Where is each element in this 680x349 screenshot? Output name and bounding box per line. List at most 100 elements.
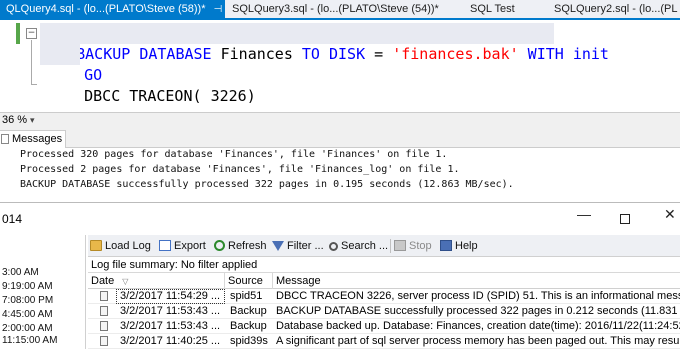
cell-date: 3/2/2017 11:54:29 ... (116, 289, 225, 304)
zoom-bar: 36 % ▾ (0, 112, 680, 128)
cell-source: spid39s (230, 335, 268, 347)
tree-item[interactable]: 7:08:00 PM (2, 295, 53, 306)
export-button[interactable]: Export (159, 238, 206, 254)
filter-icon (272, 241, 284, 251)
sort-icon: ▽ (122, 277, 129, 286)
keyword: BACKUP DATABASE (76, 45, 212, 63)
tab-label: SQLQuery3.sql - (lo...(PLATO\Steve (54))… (232, 3, 439, 15)
collapse-toggle-icon[interactable]: − (26, 28, 37, 39)
document-tab-strip: QLQuery4.sql - (lo...(PLATO\Steve (58))*… (0, 0, 680, 20)
log-source-tree[interactable]: 3:00 AM 9:19:00 AM 7:08:00 PM 4:45:00 AM… (0, 235, 86, 349)
messages-icon (1, 134, 9, 145)
log-entry-icon (100, 319, 114, 334)
column-header-source[interactable]: Source (225, 273, 273, 289)
refresh-button[interactable]: Refresh (214, 238, 267, 254)
fold-guide (31, 40, 32, 84)
tab-label: QLQuery4.sql - (lo...(PLATO\Steve (58))* (6, 3, 206, 15)
cell-source: Backup (230, 305, 267, 317)
folder-icon (90, 240, 102, 251)
load-log-button[interactable]: Load Log (90, 238, 151, 254)
refresh-label: Refresh (228, 240, 267, 252)
tree-item[interactable]: 2:00:00 AM (2, 323, 53, 334)
pin-icon[interactable]: ⊣ (214, 1, 223, 18)
filter-button[interactable]: Filter ... (272, 238, 324, 254)
cell-message: Database backed up. Database: Finances, … (276, 320, 680, 332)
query-editor[interactable]: − BACKUP DATABASE Finances TO DISK = 'fi… (0, 20, 680, 112)
column-header-date[interactable]: Date ▽ (88, 273, 225, 289)
tree-item[interactable]: 3:00 AM (2, 267, 39, 278)
stop-icon (394, 240, 406, 251)
table-row[interactable]: 3/2/2017 11:53:43 ... Backup Database ba… (88, 319, 680, 334)
tab-sqlquery3[interactable]: SQLQuery3.sql - (lo...(PLATO\Steve (54))… (226, 0, 439, 18)
search-label: Search ... (341, 240, 389, 252)
close-button[interactable]: ✕ (664, 206, 676, 223)
export-icon (159, 240, 171, 251)
load-log-label: Load Log (105, 240, 151, 252)
tab-messages[interactable]: Messages (0, 130, 66, 148)
code-line-1: BACKUP DATABASE Finances TO DISK = 'fina… (40, 23, 609, 63)
message-line: BACKUP DATABASE successfully processed 3… (20, 179, 514, 190)
log-entry-icon (100, 289, 114, 304)
header-label: Date (91, 275, 115, 287)
log-entry-icon (100, 334, 114, 349)
tab-label: SQLQuery2.sql - (lo...(PL (554, 3, 678, 15)
stop-button[interactable]: Stop (394, 238, 432, 254)
cell-message: A significant part of sql server process… (276, 335, 680, 347)
paren: ) (246, 87, 256, 105)
help-label: Help (455, 240, 478, 252)
cell-message: BACKUP DATABASE successfully processed 3… (276, 305, 680, 317)
cell-date: 3/2/2017 11:40:25 ... (120, 335, 221, 347)
cell-source: Backup (230, 320, 267, 332)
identifier: Finances (211, 45, 302, 63)
function-call: DBCC TRACEON( (84, 87, 211, 105)
log-entry-icon (100, 304, 114, 319)
zoom-level[interactable]: 36 % (2, 113, 27, 128)
messages-pane: Processed 320 pages for database 'Financ… (0, 148, 680, 202)
tree-item[interactable]: 9:19:00 AM (2, 281, 53, 292)
keyword: TO DISK (301, 45, 366, 63)
tree-item[interactable]: 11:15:00 AM (2, 335, 57, 346)
log-grid-header: Date ▽ Source Message (88, 273, 680, 289)
results-tab-strip: Messages (0, 128, 680, 148)
operator: = (365, 45, 393, 63)
tab-sqlquery4[interactable]: QLQuery4.sql - (lo...(PLATO\Steve (58))*… (0, 0, 239, 18)
tab-label: Messages (12, 133, 63, 145)
cell-source: spid51 (230, 290, 263, 302)
message-line: Processed 320 pages for database 'Financ… (20, 149, 448, 160)
log-file-viewer-window: 014 — ✕ 3:00 AM 9:19:00 AM 7:08:00 PM 4:… (0, 202, 680, 349)
change-marker (16, 23, 20, 44)
code-line-2: GO (40, 44, 102, 84)
keyword: WITH init (518, 45, 609, 63)
table-row[interactable]: 3/2/2017 11:40:25 ... spid39s A signific… (88, 334, 680, 349)
cell-message: DBCC TRACEON 3226, server process ID (SP… (276, 290, 680, 302)
chevron-down-icon[interactable]: ▾ (30, 113, 35, 128)
help-icon (440, 240, 452, 251)
message-line: Processed 2 pages for database 'Finances… (20, 164, 460, 175)
toolbar-separator (390, 239, 391, 253)
code-line-3: DBCC TRACEON( 3226) (48, 65, 256, 105)
minimize-button[interactable]: — (577, 206, 591, 222)
number-literal: 3226 (210, 87, 247, 105)
filter-label: Filter ... (287, 240, 324, 252)
help-button[interactable]: Help (440, 238, 478, 254)
table-row[interactable]: 3/2/2017 11:54:29 ... spid51 DBCC TRACEO… (88, 289, 680, 304)
table-row[interactable]: 3/2/2017 11:53:43 ... Backup BACKUP DATA… (88, 304, 680, 319)
cell-date: 3/2/2017 11:53:43 ... (120, 320, 221, 332)
window-title: 014 (2, 212, 23, 226)
cell-date: 3/2/2017 11:53:43 ... (120, 305, 221, 317)
tab-sql-test[interactable]: SQL Test (464, 0, 544, 18)
log-summary: Log file summary: No filter applied (88, 257, 680, 273)
export-label: Export (174, 240, 206, 252)
column-header-message[interactable]: Message (273, 273, 680, 289)
tab-label: SQL Test (470, 3, 515, 15)
tab-sqlquery2[interactable]: SQLQuery2.sql - (lo...(PL (548, 0, 680, 18)
refresh-icon (214, 240, 225, 251)
log-grid[interactable]: 3/2/2017 11:54:29 ... spid51 DBCC TRACEO… (88, 289, 680, 349)
search-button[interactable]: Search ... (329, 238, 388, 254)
stop-label: Stop (409, 240, 432, 252)
string-literal: 'finances.bak' (392, 45, 519, 63)
search-icon (329, 242, 338, 251)
fold-guide-end (31, 84, 37, 85)
maximize-button[interactable] (620, 214, 630, 224)
tree-item[interactable]: 4:45:00 AM (2, 309, 53, 320)
